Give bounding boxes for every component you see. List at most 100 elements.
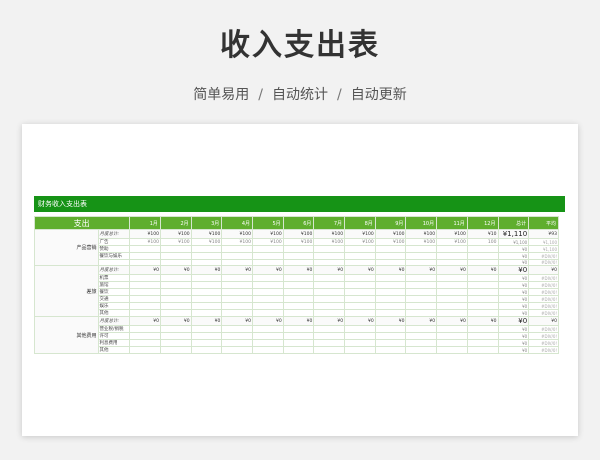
cell[interactable] [374,302,407,310]
cell[interactable] [344,295,376,303]
cell[interactable] [282,295,315,303]
cell[interactable] [129,346,161,354]
row-label[interactable]: 利息费用 [97,339,131,347]
cell[interactable] [221,302,253,310]
cell[interactable] [190,339,223,347]
cell[interactable] [282,281,315,289]
cell[interactable] [190,281,223,289]
row-label[interactable]: 月度总计: [97,229,131,239]
cell[interactable]: ¥0 [252,316,284,326]
cell[interactable] [466,302,499,310]
cell[interactable] [466,245,499,253]
cell-total[interactable]: ¥0 [497,245,530,253]
cell[interactable]: ¥100 [344,238,376,246]
cell[interactable] [436,281,468,289]
cell[interactable] [405,252,438,260]
cell[interactable]: ¥100 [129,229,161,239]
cell[interactable] [252,332,284,340]
cell-total[interactable]: ¥0 [497,288,530,296]
row-label[interactable]: 月度总计: [97,265,131,275]
cell[interactable]: ¥0 [282,316,315,326]
cell[interactable] [466,281,499,289]
cell-avg[interactable]: #DIV/0! [528,309,559,317]
cell[interactable]: ¥0 [252,265,284,275]
cell[interactable]: ¥0 [282,265,315,275]
cell[interactable] [129,288,161,296]
row-label[interactable]: 营业税/捐税 [97,325,131,333]
row-label[interactable]: 月度总计: [97,316,131,326]
cell[interactable] [159,339,192,347]
cell[interactable] [344,346,376,354]
cell[interactable] [221,295,253,303]
cell[interactable] [252,302,284,310]
cell-avg[interactable]: #DIV/0! [528,346,559,354]
cell[interactable] [313,325,346,333]
cell[interactable]: ¥0 [405,265,438,275]
cell-total[interactable]: ¥0 [497,281,530,289]
cell-total[interactable]: ¥0 [497,302,530,310]
cell-avg[interactable]: #DIV/0! [528,281,559,289]
cell[interactable] [374,274,407,282]
cell[interactable] [466,295,499,303]
cell[interactable]: ¥0 [466,265,499,275]
cell[interactable]: ¥0 [405,316,438,326]
cell[interactable]: ¥0 [221,316,253,326]
cell[interactable] [221,274,253,282]
cell[interactable]: ¥0 [221,265,253,275]
cell[interactable] [159,288,192,296]
cell[interactable] [190,288,223,296]
cell[interactable] [129,325,161,333]
cell-avg[interactable]: ¥0 [528,316,559,326]
cell[interactable]: ¥100 [221,229,253,239]
cell[interactable] [436,302,468,310]
cell[interactable] [221,288,253,296]
cell[interactable] [344,252,376,260]
cell[interactable] [221,325,253,333]
cell[interactable] [190,346,223,354]
cell[interactable] [344,325,376,333]
cell[interactable] [313,309,346,317]
row-label[interactable]: 广告 [97,238,131,246]
cell[interactable] [129,332,161,340]
row-label[interactable]: 娱乐 [97,302,131,310]
cell[interactable] [405,339,438,347]
cell[interactable]: ¥100 [282,238,315,246]
row-label[interactable]: 交通 [97,295,131,303]
cell[interactable] [252,339,284,347]
cell[interactable] [313,295,346,303]
row-label[interactable]: 其他 [97,309,131,317]
cell-total[interactable]: ¥0 [497,316,530,326]
cell[interactable] [282,309,315,317]
cell[interactable] [374,281,407,289]
cell[interactable] [405,281,438,289]
cell[interactable]: ¥100 [282,229,315,239]
cell[interactable] [252,252,284,260]
cell[interactable] [221,346,253,354]
cell[interactable] [252,295,284,303]
cell[interactable] [436,274,468,282]
cell-total[interactable]: ¥1,110 [497,229,530,239]
cell[interactable]: ¥100 [405,238,438,246]
cell[interactable] [313,274,346,282]
cell[interactable] [436,325,468,333]
cell[interactable] [405,302,438,310]
cell[interactable]: ¥0 [313,265,346,275]
cell[interactable] [313,302,346,310]
cell[interactable] [344,332,376,340]
cell[interactable] [282,274,315,282]
cell[interactable]: 100 [466,238,499,246]
cell[interactable] [374,325,407,333]
cell[interactable] [374,309,407,317]
cell[interactable] [436,332,468,340]
cell-total[interactable]: ¥0 [497,325,530,333]
cell[interactable] [252,281,284,289]
cell[interactable] [190,295,223,303]
cell[interactable] [313,281,346,289]
cell[interactable] [436,309,468,317]
cell-total[interactable]: ¥0 [497,252,530,260]
cell[interactable]: ¥0 [313,316,346,326]
cell[interactable] [221,245,253,253]
cell[interactable] [405,346,438,354]
cell-avg[interactable]: #DIV/0! [528,332,559,340]
cell[interactable] [313,346,346,354]
